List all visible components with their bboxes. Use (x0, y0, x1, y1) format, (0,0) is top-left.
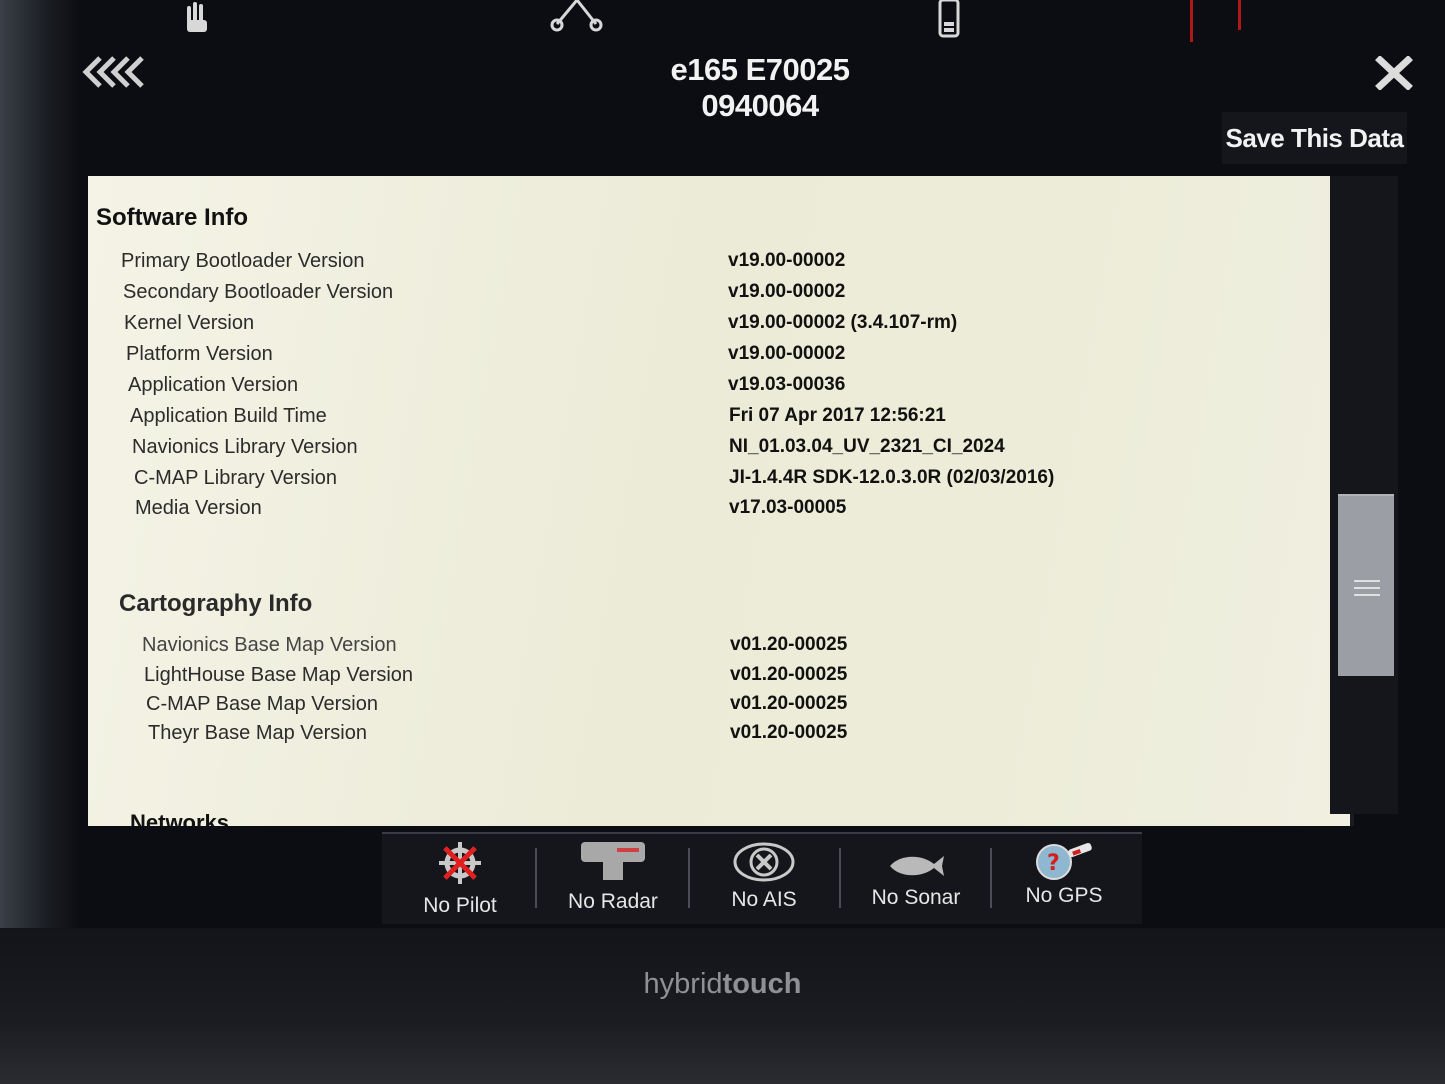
row-label: Navionics Base Map Version (142, 634, 397, 656)
info-row: Navionics Base Map Version v01.20-00025 (88, 634, 1188, 664)
row-label: Application Version (128, 374, 299, 396)
info-row: Theyr Base Map Version v01.20-00025 (88, 722, 1188, 752)
row-value: v17.03-00005 (729, 497, 847, 518)
brand-part: hybrid (643, 968, 723, 1000)
pilot-icon (437, 840, 483, 891)
status-sonar[interactable]: No Sonar (840, 834, 992, 922)
radar-icon (579, 840, 647, 891)
row-label: Kernel Version (124, 312, 255, 334)
row-label: C-MAP Base Map Version (146, 693, 378, 715)
brand-part: touch (722, 968, 802, 1000)
row-value: v19.00-00002 (728, 250, 846, 271)
grip-line (1354, 587, 1380, 589)
row-label: C-MAP Library Version (134, 467, 338, 489)
ais-icon (733, 840, 795, 889)
bezel-left (0, 0, 80, 1084)
status-ais[interactable]: No AIS (688, 834, 840, 922)
sonar-icon (886, 852, 946, 885)
status-label: No GPS (1025, 884, 1103, 907)
row-label: Navionics Library Version (132, 436, 358, 458)
indicator-mark (1238, 0, 1241, 30)
info-row: Secondary Bootloader Version v19.00-0000… (88, 281, 1188, 311)
status-label: No Pilot (423, 894, 497, 917)
row-label: Primary Bootloader Version (121, 250, 365, 272)
row-value: v19.03-00036 (728, 374, 846, 395)
row-label: Platform Version (126, 343, 273, 365)
grip-line (1354, 580, 1380, 582)
row-value: v01.20-00025 (730, 693, 848, 714)
top-toolbar (0, 0, 1445, 42)
software-info-heading: Software Info (96, 204, 249, 231)
grip-line (1354, 594, 1380, 596)
status-gps[interactable]: ? No GPS (988, 834, 1140, 922)
info-row: Kernel Version v19.00-00002 (3.4.107-rm) (88, 312, 1188, 342)
scrollbar[interactable] (1330, 176, 1398, 814)
svg-text:?: ? (1047, 851, 1060, 876)
device-icon[interactable] (938, 0, 960, 43)
network-icon[interactable] (548, 0, 606, 39)
save-data-button[interactable]: Save This Data (1222, 112, 1407, 164)
info-panel[interactable]: Software Info Primary Bootloader Version… (88, 176, 1354, 826)
device-frame (0, 928, 1445, 1084)
row-value: JI-1.4.4R SDK-12.0.3.0R (02/03/2016) (729, 467, 1055, 488)
row-label: LightHouse Base Map Version (144, 664, 414, 686)
info-row: Platform Version v19.00-00002 (88, 343, 1188, 373)
info-row: Primary Bootloader Version v19.00-00002 (88, 250, 1188, 280)
status-radar[interactable]: No Radar (537, 834, 689, 922)
row-value: Fri 07 Apr 2017 12:56:21 (729, 405, 946, 426)
indicator-mark (1190, 0, 1193, 42)
row-value: v01.20-00025 (730, 664, 848, 685)
row-value: NI_01.03.04_UV_2321_CI_2024 (729, 436, 1005, 457)
page-title: e165 E70025 0940064 (670, 52, 850, 123)
status-label: No AIS (731, 888, 797, 911)
row-value: v19.00-00002 (728, 281, 846, 302)
row-value: v01.20-00025 (730, 634, 848, 655)
row-value: v01.20-00025 (730, 722, 848, 743)
info-row: Application Version v19.03-00036 (88, 374, 1188, 404)
info-row: Media Version v17.03-00005 (88, 497, 1188, 527)
row-label: Secondary Bootloader Version (123, 281, 394, 303)
row-label: Media Version (135, 497, 262, 519)
info-row: C-MAP Base Map Version v01.20-00025 (88, 693, 1188, 723)
row-value: v19.00-00002 (728, 343, 846, 364)
info-row: Application Build Time Fri 07 Apr 2017 1… (88, 405, 1188, 435)
info-row: LightHouse Base Map Version v01.20-00025 (88, 664, 1188, 694)
status-label: No Sonar (871, 886, 961, 909)
scrollbar-thumb[interactable] (1338, 494, 1394, 676)
back-icon[interactable] (78, 56, 144, 93)
row-label: Theyr Base Map Version (148, 722, 367, 744)
close-icon[interactable] (1375, 55, 1413, 95)
info-row: Navionics Library Version NI_01.03.04_UV… (88, 436, 1188, 466)
hand-icon[interactable] (184, 0, 212, 39)
info-row: C-MAP Library Version JI-1.4.4R SDK-12.0… (88, 467, 1188, 497)
status-bar: No Pilot No Radar No AIS No Sonar ? No G… (382, 832, 1142, 924)
row-value: v19.00-00002 (3.4.107-rm) (728, 312, 958, 333)
title-bar: e165 E70025 0940064 (70, 48, 1430, 123)
gps-icon: ? (1032, 840, 1096, 887)
status-pilot[interactable]: No Pilot (384, 834, 536, 922)
cartography-info-heading: Cartography Info (119, 590, 313, 617)
status-label: No Radar (568, 890, 658, 913)
row-label: Application Build Time (130, 405, 327, 427)
networks-heading: Networks (130, 810, 230, 826)
brand-logo: hybridtouch (0, 968, 1445, 1001)
